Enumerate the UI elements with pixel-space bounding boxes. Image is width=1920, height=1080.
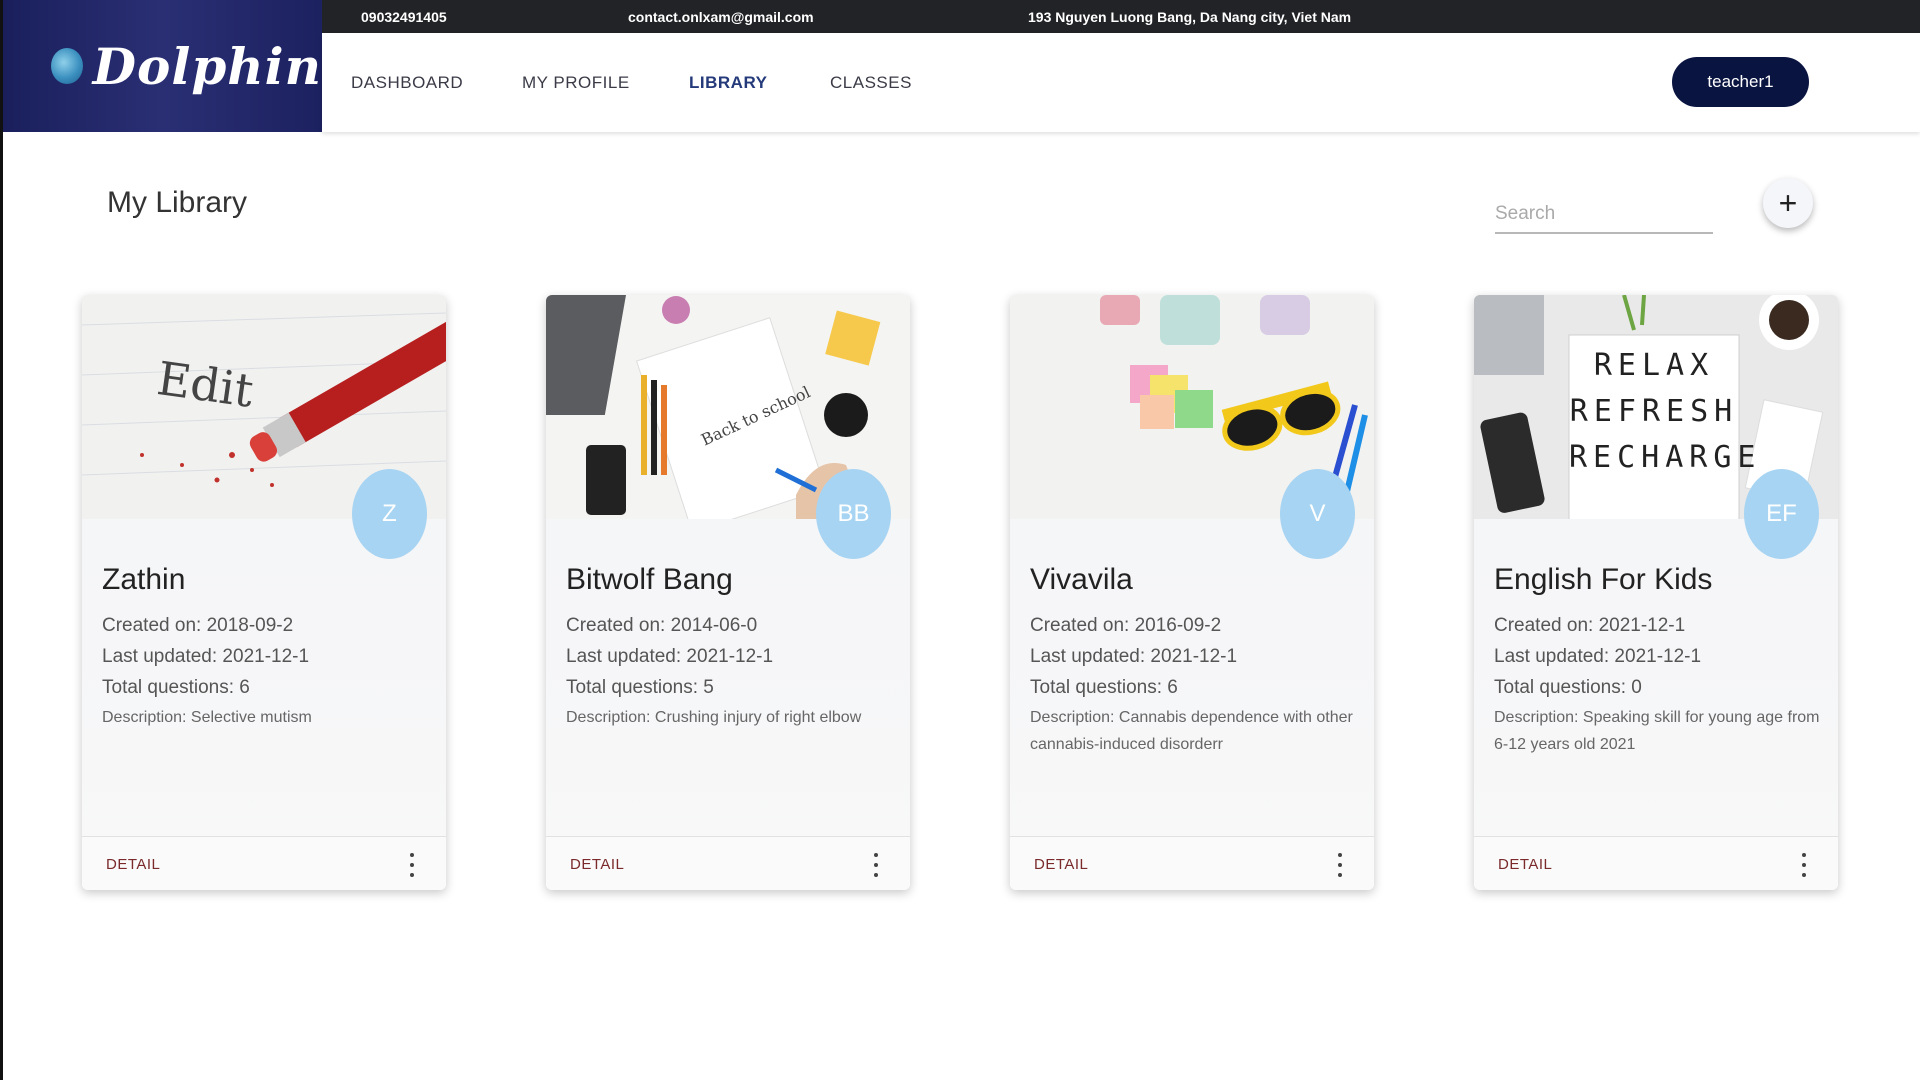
created-date: Created on: 2018-09-2 xyxy=(102,615,294,636)
question-count: Total questions: 6 xyxy=(102,677,250,698)
avatar: BB xyxy=(816,469,891,559)
card-description: Description: Speaking skill for young ag… xyxy=(1494,709,1820,753)
library-card: RELAX REFRESH RECHARGE EF English For Ki… xyxy=(1474,295,1838,890)
library-card: Edit Z Zathin Created on: 2018-09-2 Last… xyxy=(82,295,446,890)
card-description: Description: Crushing injury of right el… xyxy=(566,709,862,726)
contact-email: contact.onlxam@gmail.com xyxy=(628,9,814,25)
add-library-button[interactable]: + xyxy=(1763,178,1813,228)
detail-button[interactable]: DETAIL xyxy=(1498,856,1552,873)
card-title: Bitwolf Bang xyxy=(566,563,733,596)
main-nav: DASHBOARD MY PROFILE LIBRARY CLASSES tea… xyxy=(322,33,1920,132)
nav-my-profile[interactable]: MY PROFILE xyxy=(522,73,630,93)
globe-icon xyxy=(51,48,83,84)
plus-icon: + xyxy=(1778,184,1798,221)
nav-classes[interactable]: CLASSES xyxy=(830,73,912,93)
detail-button[interactable]: DETAIL xyxy=(1034,856,1088,873)
contact-phone: 09032491405 xyxy=(361,9,447,25)
search-input[interactable] xyxy=(1495,196,1713,234)
question-count: Total questions: 6 xyxy=(1030,677,1178,698)
detail-button[interactable]: DETAIL xyxy=(570,856,624,873)
updated-date: Last updated: 2021-12-1 xyxy=(1494,646,1702,667)
created-date: Created on: 2016-09-2 xyxy=(1030,615,1222,636)
page-title: My Library xyxy=(107,186,248,219)
card-title: Zathin xyxy=(102,563,186,596)
user-menu-button[interactable]: teacher1 xyxy=(1672,57,1809,107)
card-actions: DETAIL xyxy=(546,836,910,890)
avatar: Z xyxy=(352,469,427,559)
card-description: Description: Selective mutism xyxy=(102,709,312,726)
more-options-icon[interactable] xyxy=(1794,853,1814,877)
contact-bar: 09032491405 contact.onlxam@gmail.com 193… xyxy=(322,0,1920,33)
brand-name: Dolphin xyxy=(92,36,322,96)
avatar: EF xyxy=(1744,469,1819,559)
brand-logo[interactable]: Dolphin xyxy=(3,0,322,132)
contact-address: 193 Nguyen Luong Bang, Da Nang city, Vie… xyxy=(1028,9,1352,25)
nav-library[interactable]: LIBRARY xyxy=(689,73,767,93)
detail-button[interactable]: DETAIL xyxy=(106,856,160,873)
card-actions: DETAIL xyxy=(82,836,446,890)
library-card: Back to school BB Bitwolf Bang Created o… xyxy=(546,295,910,890)
more-options-icon[interactable] xyxy=(402,853,422,877)
updated-date: Last updated: 2021-12-1 xyxy=(566,646,774,667)
updated-date: Last updated: 2021-12-1 xyxy=(102,646,310,667)
more-options-icon[interactable] xyxy=(1330,853,1350,877)
card-title: English For Kids xyxy=(1494,563,1713,596)
card-description: Description: Cannabis dependence with ot… xyxy=(1030,709,1353,753)
nav-dashboard[interactable]: DASHBOARD xyxy=(351,73,463,93)
updated-date: Last updated: 2021-12-1 xyxy=(1030,646,1238,667)
card-actions: DETAIL xyxy=(1010,836,1374,890)
avatar: V xyxy=(1280,469,1355,559)
created-date: Created on: 2021-12-1 xyxy=(1494,615,1686,636)
card-title: Vivavila xyxy=(1030,563,1133,596)
lightbox-text: RELAX REFRESH RECHARGE xyxy=(1569,348,1762,475)
more-options-icon[interactable] xyxy=(866,853,886,877)
question-count: Total questions: 5 xyxy=(566,677,714,698)
question-count: Total questions: 0 xyxy=(1494,677,1642,698)
created-date: Created on: 2014-06-0 xyxy=(566,615,758,636)
library-card: V Vivavila Created on: 2016-09-2 Last up… xyxy=(1010,295,1374,890)
window-edge xyxy=(0,0,3,1080)
card-actions: DETAIL xyxy=(1474,836,1838,890)
